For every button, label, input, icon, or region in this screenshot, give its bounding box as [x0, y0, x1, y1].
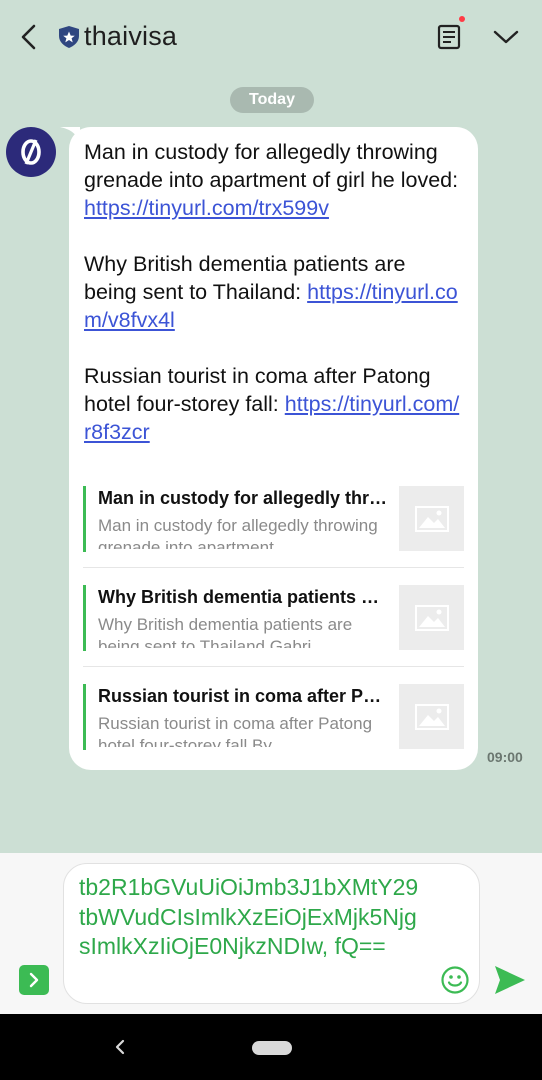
message-input-text[interactable]: tb2R1bGVuUiOiJmb3J1bXMtY29tbWVudCIsImlkX… — [79, 873, 424, 962]
thaivisa-logo-icon — [21, 139, 41, 165]
preview-description: Why British dementia patients are being … — [98, 615, 353, 648]
paragraph-text: Man in custody for allegedly throwing gr… — [84, 140, 459, 192]
message-paragraph: Why British dementia patients are being … — [84, 250, 464, 334]
preview-title: Why British dementia patients are being … — [98, 587, 388, 607]
chat-title: thaivisa — [84, 21, 178, 51]
message-text: Man in custody for allegedly throwing gr… — [84, 138, 464, 474]
message-time: 09:00 — [487, 749, 523, 765]
preview-thumbnail — [399, 585, 464, 650]
date-separator: Today — [230, 87, 314, 113]
message-paragraph: Man in custody for allegedly throwing gr… — [84, 138, 464, 222]
nav-home-button[interactable] — [252, 1041, 292, 1055]
chevron-right-icon — [29, 972, 39, 988]
message-paragraph: Russian tourist in coma after Patong hot… — [84, 362, 464, 446]
preview-thumbnail — [399, 486, 464, 551]
chevron-down-icon — [493, 30, 519, 44]
send-icon — [495, 966, 525, 994]
preview-thumbnail — [399, 684, 464, 749]
link-preview[interactable]: Man in custody for allegedly throwing gr… — [83, 486, 464, 552]
preview-description: Man in custody for allegedly throwing gr… — [98, 516, 378, 549]
send-button[interactable] — [493, 963, 527, 997]
image-placeholder-icon — [414, 703, 449, 730]
avatar[interactable] — [6, 127, 56, 177]
preview-accent-bar — [83, 486, 86, 552]
link-preview[interactable]: Why British dementia patients are being … — [83, 585, 464, 651]
official-account-shield-icon — [59, 26, 79, 48]
nav-back-icon[interactable] — [110, 1036, 130, 1058]
emoji-icon — [441, 966, 469, 994]
chat-header: thaivisa — [0, 0, 542, 76]
menu-toggle-button[interactable] — [490, 22, 522, 52]
notes-icon — [437, 24, 461, 50]
link-preview[interactable]: Russian tourist in coma after Patong hot… — [83, 684, 464, 750]
preview-title: Man in custody for allegedly throwing gr… — [98, 488, 388, 508]
chevron-left-icon — [21, 24, 36, 50]
expand-menu-button[interactable] — [19, 965, 49, 995]
preview-divider — [83, 666, 464, 667]
image-placeholder-icon — [414, 505, 449, 532]
preview-accent-bar — [83, 585, 86, 651]
emoji-button[interactable] — [440, 965, 470, 995]
preview-divider — [83, 567, 464, 568]
message-link[interactable]: https://tinyurl.com/trx599v — [84, 196, 329, 220]
notification-dot — [459, 16, 465, 22]
notes-button[interactable] — [432, 20, 466, 54]
preview-title: Russian tourist in coma after Patong hot… — [98, 686, 388, 706]
preview-accent-bar — [83, 684, 86, 750]
preview-description: Russian tourist in coma after Patong hot… — [98, 714, 373, 747]
image-placeholder-icon — [414, 604, 449, 631]
back-button[interactable] — [14, 22, 44, 52]
